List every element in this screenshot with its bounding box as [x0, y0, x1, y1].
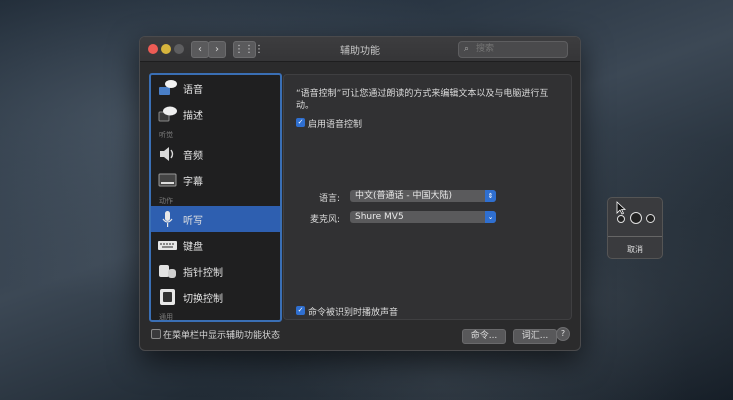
language-label: 语言: [318, 194, 340, 204]
overlay-cancel-button[interactable]: 取消 [608, 244, 662, 255]
section-header-general: 通用 [159, 313, 173, 321]
sidebar-item-keyboard[interactable]: 键盘 [151, 232, 280, 258]
search-input[interactable] [476, 42, 561, 56]
search-field[interactable]: ⌕ [458, 41, 568, 58]
language-value: 中文(普通话 - 中国大陆) [355, 191, 452, 201]
sidebar-item-label: 描述 [183, 111, 203, 122]
enable-voice-control-checkbox[interactable]: ✓ [296, 118, 305, 127]
section-header-hearing: 听觉 [159, 131, 173, 139]
mouse-pointer-icon [616, 201, 626, 215]
microphone-icon [162, 211, 173, 227]
indicator-dot-large [630, 212, 642, 224]
play-sound-checkbox[interactable]: ✓ [296, 306, 305, 315]
sidebar-item-label: 指针控制 [183, 268, 223, 279]
enable-voice-control-label: 启用语音控制 [308, 120, 363, 130]
sidebar-item-label: 语音 [183, 85, 203, 96]
indicator-dot-medium [646, 214, 655, 223]
sidebar-item-speech[interactable]: 语音 [151, 75, 280, 101]
sidebar-item-label: 听写 [183, 216, 203, 227]
play-sound-label: 命令被识别时播放声音 [308, 308, 399, 318]
speaker-icon [160, 147, 174, 161]
sidebar-item-pointer-control[interactable]: 指针控制 [151, 258, 280, 284]
captions-icon [158, 173, 177, 187]
vocabulary-button[interactable]: 词汇... [513, 329, 557, 344]
chevron-down-icon: ⌄ [485, 211, 496, 223]
indicator-dot-small [617, 215, 625, 223]
section-header-motor: 动作 [159, 197, 173, 205]
sidebar-item-label: 键盘 [183, 242, 203, 253]
sidebar-item-label: 字幕 [183, 177, 203, 188]
speech-bubble-icon [159, 80, 177, 95]
pointer-control-icon [159, 265, 176, 278]
popup-arrows-icon: ⇕ [485, 190, 496, 202]
sidebar-item-descriptions[interactable]: 描述 [151, 101, 280, 127]
sidebar-item-switch-control[interactable]: 切换控制 [151, 284, 280, 310]
overlay-divider [608, 236, 662, 237]
voice-control-description: “语音控制”可让您通过朗读的方式来编辑文本以及与电脑进行互动。 [296, 89, 549, 111]
show-in-menu-bar-checkbox[interactable] [151, 329, 161, 339]
language-popup[interactable]: 中文(普通话 - 中国大陆) ⇕ [350, 190, 496, 202]
keyboard-icon [158, 241, 177, 250]
microphone-label: 麦克风: [309, 215, 340, 225]
microphone-value: Shure MV5 [355, 212, 404, 222]
title-bar: ‹ › ⋮⋮⋮ 辅助功能 ⌕ [140, 37, 580, 62]
sidebar-item-captions[interactable]: 字幕 [151, 167, 280, 193]
switch-control-icon [160, 289, 175, 305]
sidebar-item-voice-control[interactable]: 听写 [151, 206, 280, 232]
search-icon: ⌕ [464, 44, 470, 54]
show-in-menu-bar-label: 在菜单栏中显示辅助功能状态 [163, 331, 281, 341]
sidebar-item-label: 音频 [183, 151, 203, 162]
sidebar: 语音 描述 听觉 音频 字幕 动作 听写 键盘 指针控制 切换控制 通用 [149, 73, 282, 322]
sidebar-item-audio[interactable]: 音频 [151, 141, 280, 167]
settings-pane: “语音控制”可让您通过朗读的方式来编辑文本以及与电脑进行互动。 ✓ 启用语音控制… [283, 74, 572, 344]
help-button[interactable]: ? [556, 327, 570, 341]
preferences-window: ‹ › ⋮⋮⋮ 辅助功能 ⌕ 语音 描述 听觉 [139, 36, 581, 351]
sidebar-item-label: 切换控制 [183, 294, 223, 305]
description-bubble-icon [158, 106, 177, 122]
microphone-popup[interactable]: Shure MV5 ⌄ [350, 211, 496, 223]
commands-button[interactable]: 命令... [462, 329, 506, 344]
